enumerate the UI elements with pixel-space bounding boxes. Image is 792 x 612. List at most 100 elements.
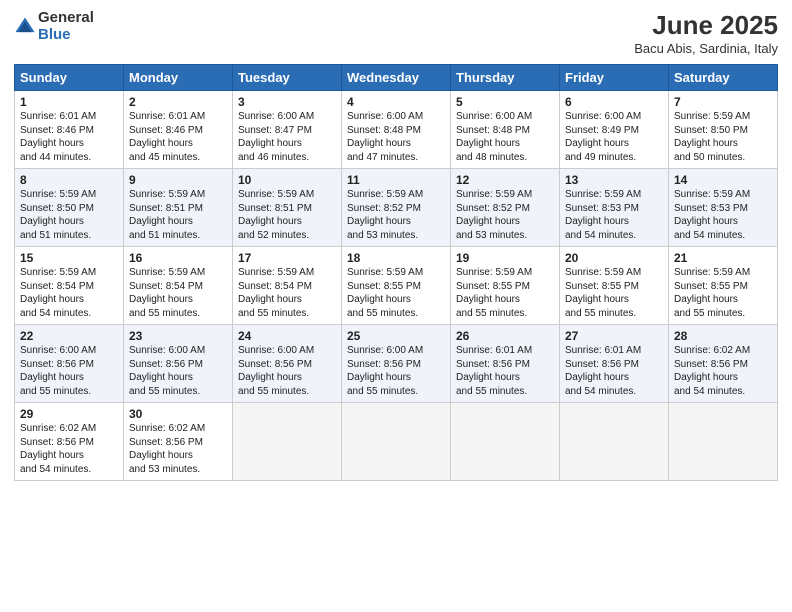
calendar-cell: 18 Sunrise: 5:59 AM Sunset: 8:55 PM Dayl… <box>342 247 451 325</box>
title-block: June 2025 Bacu Abis, Sardinia, Italy <box>634 10 778 56</box>
calendar-cell: 16 Sunrise: 5:59 AM Sunset: 8:54 PM Dayl… <box>124 247 233 325</box>
calendar-week-4: 22 Sunrise: 6:00 AM Sunset: 8:56 PM Dayl… <box>15 325 778 403</box>
calendar-cell: 15 Sunrise: 5:59 AM Sunset: 8:54 PM Dayl… <box>15 247 124 325</box>
day-number: 1 <box>20 95 118 109</box>
calendar-week-3: 15 Sunrise: 5:59 AM Sunset: 8:54 PM Dayl… <box>15 247 778 325</box>
cell-info: Sunrise: 5:59 AM Sunset: 8:55 PM Dayligh… <box>674 266 772 320</box>
day-number: 14 <box>674 173 772 187</box>
calendar-cell: 30 Sunrise: 6:02 AM Sunset: 8:56 PM Dayl… <box>124 403 233 481</box>
cell-info: Sunrise: 6:02 AM Sunset: 8:56 PM Dayligh… <box>129 422 227 476</box>
cell-info: Sunrise: 6:01 AM Sunset: 8:46 PM Dayligh… <box>20 110 118 164</box>
day-number: 3 <box>238 95 336 109</box>
calendar-cell <box>669 403 778 481</box>
day-number: 30 <box>129 407 227 421</box>
day-number: 19 <box>456 251 554 265</box>
cell-info: Sunrise: 5:59 AM Sunset: 8:50 PM Dayligh… <box>20 188 118 242</box>
cell-info: Sunrise: 6:00 AM Sunset: 8:49 PM Dayligh… <box>565 110 663 164</box>
calendar-cell: 24 Sunrise: 6:00 AM Sunset: 8:56 PM Dayl… <box>233 325 342 403</box>
calendar-cell: 17 Sunrise: 5:59 AM Sunset: 8:54 PM Dayl… <box>233 247 342 325</box>
calendar-cell: 28 Sunrise: 6:02 AM Sunset: 8:56 PM Dayl… <box>669 325 778 403</box>
logo-icon <box>14 16 36 38</box>
cell-info: Sunrise: 6:00 AM Sunset: 8:56 PM Dayligh… <box>238 344 336 398</box>
calendar-cell: 21 Sunrise: 5:59 AM Sunset: 8:55 PM Dayl… <box>669 247 778 325</box>
day-number: 28 <box>674 329 772 343</box>
day-number: 27 <box>565 329 663 343</box>
logo-blue: Blue <box>38 27 94 44</box>
logo-text: General Blue <box>38 10 94 43</box>
calendar-cell: 7 Sunrise: 5:59 AM Sunset: 8:50 PM Dayli… <box>669 91 778 169</box>
day-number: 25 <box>347 329 445 343</box>
calendar-cell: 13 Sunrise: 5:59 AM Sunset: 8:53 PM Dayl… <box>560 169 669 247</box>
day-header-saturday: Saturday <box>669 65 778 91</box>
cell-info: Sunrise: 6:01 AM Sunset: 8:56 PM Dayligh… <box>565 344 663 398</box>
calendar-cell: 20 Sunrise: 5:59 AM Sunset: 8:55 PM Dayl… <box>560 247 669 325</box>
calendar-cell <box>451 403 560 481</box>
calendar-cell <box>342 403 451 481</box>
calendar-cell: 5 Sunrise: 6:00 AM Sunset: 8:48 PM Dayli… <box>451 91 560 169</box>
calendar-cell: 25 Sunrise: 6:00 AM Sunset: 8:56 PM Dayl… <box>342 325 451 403</box>
day-number: 16 <box>129 251 227 265</box>
cell-info: Sunrise: 6:00 AM Sunset: 8:56 PM Dayligh… <box>129 344 227 398</box>
calendar-cell: 26 Sunrise: 6:01 AM Sunset: 8:56 PM Dayl… <box>451 325 560 403</box>
day-number: 10 <box>238 173 336 187</box>
cell-info: Sunrise: 6:00 AM Sunset: 8:56 PM Dayligh… <box>20 344 118 398</box>
calendar-cell: 10 Sunrise: 5:59 AM Sunset: 8:51 PM Dayl… <box>233 169 342 247</box>
cell-info: Sunrise: 5:59 AM Sunset: 8:52 PM Dayligh… <box>347 188 445 242</box>
logo: General Blue <box>14 10 94 43</box>
cell-info: Sunrise: 6:00 AM Sunset: 8:47 PM Dayligh… <box>238 110 336 164</box>
calendar-cell: 6 Sunrise: 6:00 AM Sunset: 8:49 PM Dayli… <box>560 91 669 169</box>
day-header-tuesday: Tuesday <box>233 65 342 91</box>
day-header-monday: Monday <box>124 65 233 91</box>
cell-info: Sunrise: 6:01 AM Sunset: 8:56 PM Dayligh… <box>456 344 554 398</box>
main-title: June 2025 <box>634 10 778 41</box>
cell-info: Sunrise: 5:59 AM Sunset: 8:51 PM Dayligh… <box>129 188 227 242</box>
day-number: 8 <box>20 173 118 187</box>
cell-info: Sunrise: 5:59 AM Sunset: 8:53 PM Dayligh… <box>674 188 772 242</box>
cell-info: Sunrise: 5:59 AM Sunset: 8:54 PM Dayligh… <box>238 266 336 320</box>
calendar-cell: 2 Sunrise: 6:01 AM Sunset: 8:46 PM Dayli… <box>124 91 233 169</box>
cell-info: Sunrise: 5:59 AM Sunset: 8:54 PM Dayligh… <box>20 266 118 320</box>
calendar-cell: 8 Sunrise: 5:59 AM Sunset: 8:50 PM Dayli… <box>15 169 124 247</box>
day-number: 23 <box>129 329 227 343</box>
calendar-cell: 29 Sunrise: 6:02 AM Sunset: 8:56 PM Dayl… <box>15 403 124 481</box>
day-number: 24 <box>238 329 336 343</box>
calendar-table: SundayMondayTuesdayWednesdayThursdayFrid… <box>14 64 778 481</box>
cell-info: Sunrise: 6:00 AM Sunset: 8:56 PM Dayligh… <box>347 344 445 398</box>
cell-info: Sunrise: 6:00 AM Sunset: 8:48 PM Dayligh… <box>456 110 554 164</box>
day-number: 6 <box>565 95 663 109</box>
day-number: 11 <box>347 173 445 187</box>
cell-info: Sunrise: 5:59 AM Sunset: 8:51 PM Dayligh… <box>238 188 336 242</box>
cell-info: Sunrise: 5:59 AM Sunset: 8:50 PM Dayligh… <box>674 110 772 164</box>
day-number: 7 <box>674 95 772 109</box>
cell-info: Sunrise: 5:59 AM Sunset: 8:54 PM Dayligh… <box>129 266 227 320</box>
day-header-wednesday: Wednesday <box>342 65 451 91</box>
calendar-cell: 23 Sunrise: 6:00 AM Sunset: 8:56 PM Dayl… <box>124 325 233 403</box>
calendar-cell: 14 Sunrise: 5:59 AM Sunset: 8:53 PM Dayl… <box>669 169 778 247</box>
calendar-cell: 19 Sunrise: 5:59 AM Sunset: 8:55 PM Dayl… <box>451 247 560 325</box>
calendar-cell: 9 Sunrise: 5:59 AM Sunset: 8:51 PM Dayli… <box>124 169 233 247</box>
cell-info: Sunrise: 5:59 AM Sunset: 8:55 PM Dayligh… <box>347 266 445 320</box>
day-number: 9 <box>129 173 227 187</box>
calendar-cell: 3 Sunrise: 6:00 AM Sunset: 8:47 PM Dayli… <box>233 91 342 169</box>
calendar-header-row: SundayMondayTuesdayWednesdayThursdayFrid… <box>15 65 778 91</box>
day-number: 15 <box>20 251 118 265</box>
calendar-week-2: 8 Sunrise: 5:59 AM Sunset: 8:50 PM Dayli… <box>15 169 778 247</box>
day-header-sunday: Sunday <box>15 65 124 91</box>
calendar-page: General Blue June 2025 Bacu Abis, Sardin… <box>0 0 792 612</box>
day-number: 20 <box>565 251 663 265</box>
day-number: 4 <box>347 95 445 109</box>
cell-info: Sunrise: 6:01 AM Sunset: 8:46 PM Dayligh… <box>129 110 227 164</box>
cell-info: Sunrise: 6:02 AM Sunset: 8:56 PM Dayligh… <box>20 422 118 476</box>
day-number: 12 <box>456 173 554 187</box>
calendar-cell: 12 Sunrise: 5:59 AM Sunset: 8:52 PM Dayl… <box>451 169 560 247</box>
calendar-cell: 22 Sunrise: 6:00 AM Sunset: 8:56 PM Dayl… <box>15 325 124 403</box>
day-number: 29 <box>20 407 118 421</box>
day-header-friday: Friday <box>560 65 669 91</box>
cell-info: Sunrise: 6:00 AM Sunset: 8:48 PM Dayligh… <box>347 110 445 164</box>
day-number: 26 <box>456 329 554 343</box>
cell-info: Sunrise: 6:02 AM Sunset: 8:56 PM Dayligh… <box>674 344 772 398</box>
calendar-week-5: 29 Sunrise: 6:02 AM Sunset: 8:56 PM Dayl… <box>15 403 778 481</box>
day-header-thursday: Thursday <box>451 65 560 91</box>
calendar-cell: 11 Sunrise: 5:59 AM Sunset: 8:52 PM Dayl… <box>342 169 451 247</box>
cell-info: Sunrise: 5:59 AM Sunset: 8:55 PM Dayligh… <box>456 266 554 320</box>
